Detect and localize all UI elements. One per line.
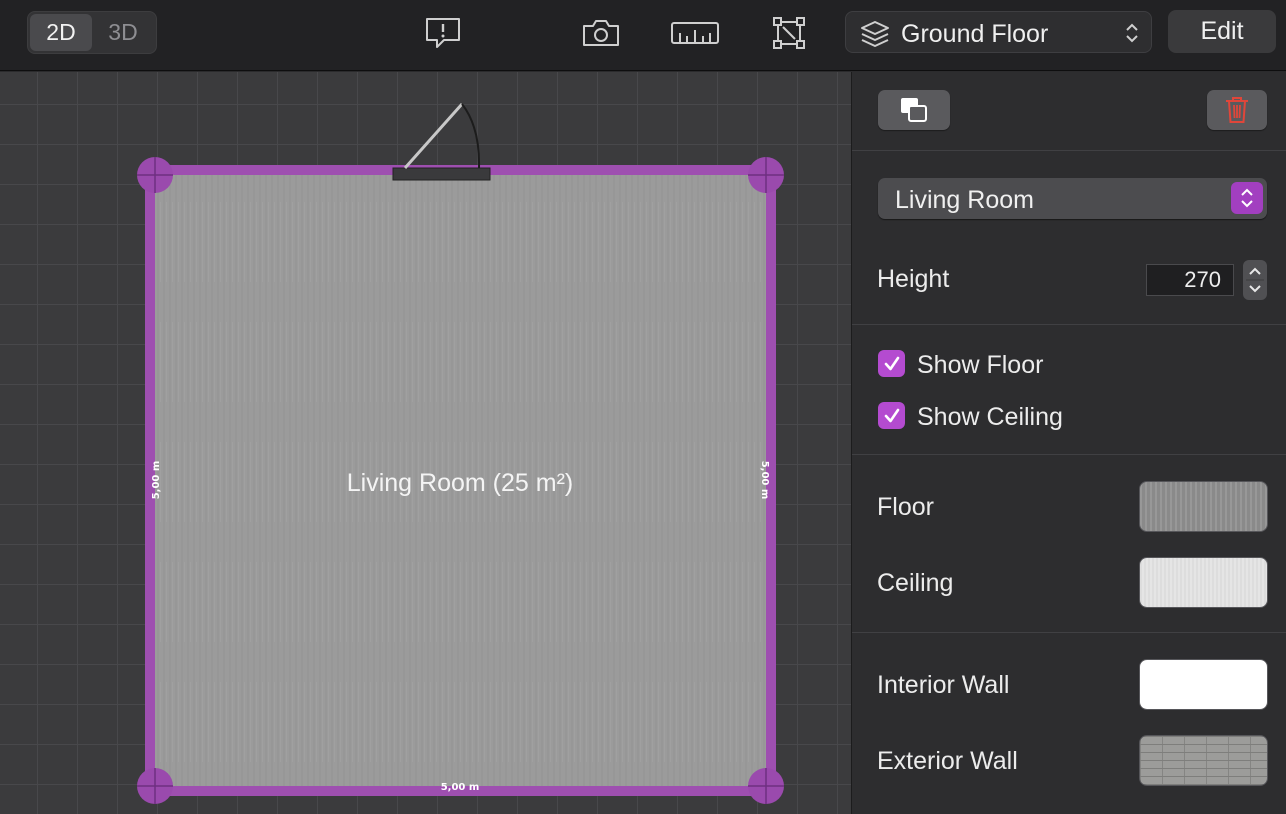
room-select[interactable]: Living Room — [878, 178, 1267, 219]
inspector-panel: Living Room Height 270 Show Floor Show C… — [851, 72, 1286, 814]
room-select-label: Living Room — [895, 186, 1034, 214]
dimension-bottom: 5,00 m — [441, 782, 480, 793]
toolbar: 2D 3D Ground Floor Edit — [0, 0, 1286, 71]
floor-select-label: Ground Floor — [901, 20, 1049, 48]
dimension-right: 5,00 m — [759, 461, 770, 500]
dimension-left: 5,00 m — [151, 461, 162, 500]
exterior-wall-label: Exterior Wall — [877, 747, 1018, 775]
checkmark-icon — [884, 356, 899, 370]
corner-handle[interactable] — [748, 768, 784, 804]
corner-handle[interactable] — [748, 157, 784, 193]
show-floor-checkbox[interactable] — [878, 350, 905, 377]
show-ceiling-label[interactable]: Show Ceiling — [917, 403, 1063, 432]
layers-icon — [860, 20, 890, 53]
divider — [852, 632, 1286, 633]
duplicate-button[interactable] — [878, 90, 950, 130]
edit-button[interactable]: Edit — [1168, 10, 1276, 53]
corner-handle[interactable] — [137, 157, 173, 193]
room-label: Living Room (25 m²) — [347, 469, 573, 497]
camera-icon[interactable] — [579, 13, 623, 53]
feedback-icon[interactable] — [421, 13, 465, 53]
floor-material-label: Floor — [877, 493, 934, 521]
show-floor-label[interactable]: Show Floor — [917, 351, 1043, 380]
divider — [852, 324, 1286, 325]
view-2d-button[interactable]: 2D — [30, 14, 92, 51]
floor-plan-canvas[interactable]: Living Room (25 m²) 5,00 m 5,00 m 5,00 m — [0, 72, 851, 814]
ceiling-material-swatch[interactable] — [1139, 557, 1268, 608]
show-ceiling-checkbox[interactable] — [878, 402, 905, 429]
chevron-up-down-icon — [1231, 182, 1263, 214]
view-3d-button[interactable]: 3D — [92, 14, 154, 51]
exterior-wall-swatch[interactable] — [1139, 735, 1268, 786]
transform-icon[interactable] — [767, 13, 811, 53]
floor-material-swatch[interactable] — [1139, 481, 1268, 532]
chevron-up-icon — [1249, 267, 1261, 275]
corner-handle[interactable] — [137, 768, 173, 804]
door[interactable] — [392, 103, 491, 181]
duplicate-icon — [901, 98, 927, 122]
ceiling-material-label: Ceiling — [877, 569, 954, 597]
chevron-up-down-icon — [1125, 22, 1139, 49]
ruler-icon[interactable] — [668, 13, 722, 53]
divider — [852, 150, 1286, 151]
chevron-down-icon — [1249, 285, 1261, 293]
floor-select[interactable]: Ground Floor — [845, 11, 1152, 53]
height-label: Height — [877, 265, 950, 293]
height-stepper[interactable] — [1243, 260, 1267, 300]
interior-wall-label: Interior Wall — [877, 671, 1010, 699]
trash-icon — [1226, 97, 1248, 123]
delete-button[interactable] — [1207, 90, 1267, 130]
height-input[interactable]: 270 — [1146, 264, 1234, 296]
checkmark-icon — [884, 408, 899, 422]
divider — [852, 454, 1286, 455]
interior-wall-swatch[interactable] — [1139, 659, 1268, 710]
view-mode-segmented-control: 2D 3D — [27, 11, 157, 54]
